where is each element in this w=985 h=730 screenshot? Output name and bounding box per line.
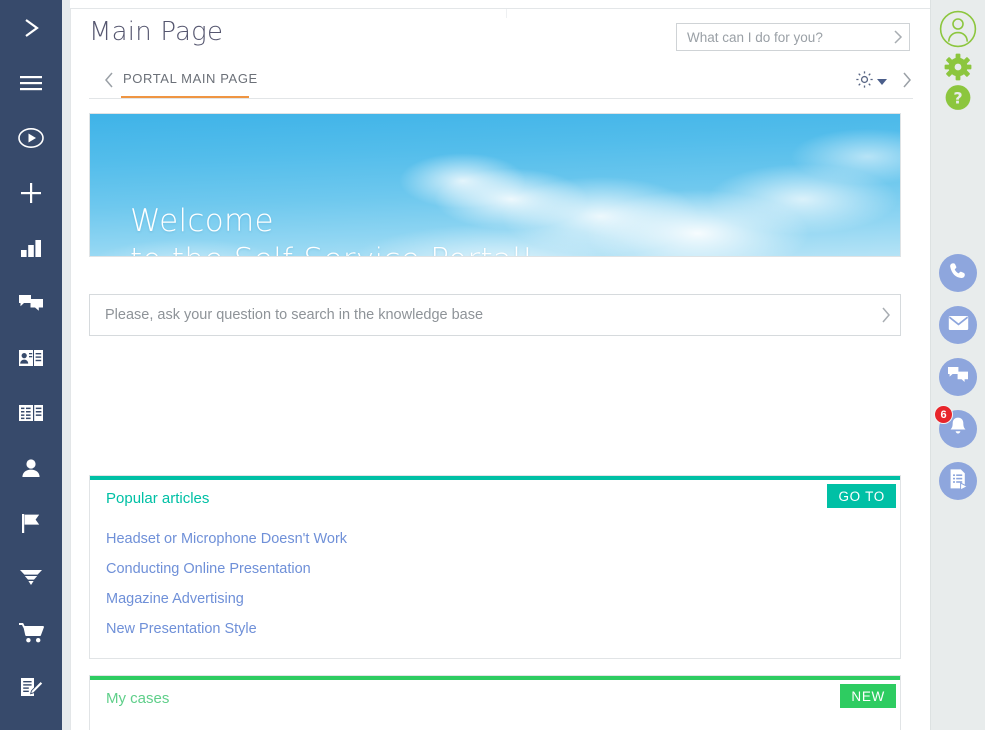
left-sidebar xyxy=(0,0,62,730)
tab-portal-main-page[interactable]: PORTAL MAIN PAGE xyxy=(123,71,258,86)
svg-text:?: ? xyxy=(953,88,962,107)
sidebar-item-contacts[interactable] xyxy=(0,330,62,385)
sidebar-item-cases[interactable] xyxy=(0,660,62,715)
panel-body: Headset or Microphone Doesn't Work Condu… xyxy=(90,520,900,658)
document-edit-icon xyxy=(18,676,44,700)
settings-button[interactable] xyxy=(944,53,972,86)
plus-icon xyxy=(19,181,43,205)
chevron-down-icon xyxy=(877,79,887,85)
task-list-icon xyxy=(948,468,969,495)
sidebar-item-run-process[interactable] xyxy=(0,110,62,165)
banner-line-1: Welcome xyxy=(130,203,274,239)
notifications-button[interactable]: 6 xyxy=(934,405,977,448)
email-button[interactable] xyxy=(939,306,977,344)
tab-tools xyxy=(855,70,913,94)
help-button[interactable]: ? xyxy=(945,84,972,116)
hamburger-menu-icon xyxy=(18,72,44,94)
global-search-input[interactable] xyxy=(677,29,887,45)
knowledge-base-search-submit-chevron-right-icon[interactable] xyxy=(870,306,900,324)
go-to-button[interactable]: GO TO xyxy=(827,484,896,508)
article-link[interactable]: Conducting Online Presentation xyxy=(90,554,900,584)
person-icon xyxy=(19,457,43,479)
notifications-button-circle: 6 xyxy=(934,405,977,448)
panel-popular-articles: Popular articles GO TO Headset or Microp… xyxy=(89,475,901,659)
call-button[interactable] xyxy=(939,254,977,292)
article-link[interactable]: Magazine Advertising xyxy=(90,584,900,614)
sidebar-item-main-menu[interactable] xyxy=(0,55,62,110)
play-circle-icon xyxy=(17,126,45,150)
panel-header: Popular articles GO TO xyxy=(90,480,900,520)
bar-chart-icon xyxy=(19,237,43,259)
question-help-icon: ? xyxy=(945,85,972,115)
funnel-icon xyxy=(18,568,44,588)
email-button-circle xyxy=(939,306,977,344)
global-search-submit-chevron-right-icon[interactable] xyxy=(887,29,909,45)
shopping-cart-icon xyxy=(18,622,44,644)
chat-button-circle xyxy=(939,358,977,396)
gear-icon xyxy=(855,70,874,94)
page-title: Main Page xyxy=(89,17,224,47)
sidebar-divider-strip xyxy=(62,0,70,730)
banner-line-2: to the Self Service Portal! xyxy=(130,241,534,256)
sidebar-item-dashboards[interactable] xyxy=(0,220,62,275)
notification-badge: 6 xyxy=(934,405,953,424)
phone-icon xyxy=(948,261,968,286)
call-button-circle xyxy=(939,254,977,292)
user-profile-icon xyxy=(939,10,977,52)
sidebar-item-employees[interactable] xyxy=(0,440,62,495)
application-root: Main Page PORTAL MAIN PAGE xyxy=(0,0,985,730)
panel-body xyxy=(90,720,900,730)
sidebar-item-expand-menu[interactable] xyxy=(0,0,62,55)
expand-chevron-right-icon xyxy=(18,15,44,41)
right-sidebar: ? 6 xyxy=(930,0,985,730)
profile-button[interactable] xyxy=(939,10,977,53)
sidebar-item-accounts[interactable] xyxy=(0,385,62,440)
tab-divider xyxy=(89,98,913,99)
sidebar-item-orders[interactable] xyxy=(0,605,62,660)
tabbar: PORTAL MAIN PAGE xyxy=(71,65,930,99)
sidebar-item-activities[interactable] xyxy=(0,495,62,550)
welcome-banner: Welcome to the Self Service Portal! xyxy=(89,113,901,257)
tasks-button[interactable] xyxy=(939,462,977,500)
panel-title: Popular articles xyxy=(106,490,210,507)
contacts-icon xyxy=(18,347,44,369)
chat-bubbles-icon xyxy=(18,293,44,313)
article-link[interactable]: Headset or Microphone Doesn't Work xyxy=(90,524,900,554)
chat-icon xyxy=(947,366,969,389)
sidebar-item-add-new[interactable] xyxy=(0,165,62,220)
panel-my-cases: My cases NEW xyxy=(89,675,901,730)
flag-icon xyxy=(19,512,43,534)
email-icon xyxy=(948,315,969,336)
card-top-notch xyxy=(506,9,507,18)
knowledge-base-search[interactable] xyxy=(89,294,901,336)
panel-title: My cases xyxy=(106,690,170,707)
new-case-button[interactable]: NEW xyxy=(840,684,896,708)
tab-settings-button[interactable] xyxy=(855,70,887,94)
tab-back-chevron-left-icon[interactable] xyxy=(103,71,115,94)
sidebar-item-leads[interactable] xyxy=(0,550,62,605)
panel-header: My cases NEW xyxy=(90,680,900,720)
main-content-card: Main Page PORTAL MAIN PAGE xyxy=(70,8,930,730)
knowledge-base-search-input[interactable] xyxy=(90,307,870,323)
global-search[interactable] xyxy=(676,23,910,51)
tasks-button-circle xyxy=(939,462,977,500)
tab-next-chevron-right-icon[interactable] xyxy=(901,71,913,94)
sidebar-item-feed[interactable] xyxy=(0,275,62,330)
chat-button[interactable] xyxy=(939,358,977,396)
gear-icon xyxy=(944,53,972,85)
accounts-icon xyxy=(18,403,44,423)
article-link[interactable]: New Presentation Style xyxy=(90,614,900,644)
